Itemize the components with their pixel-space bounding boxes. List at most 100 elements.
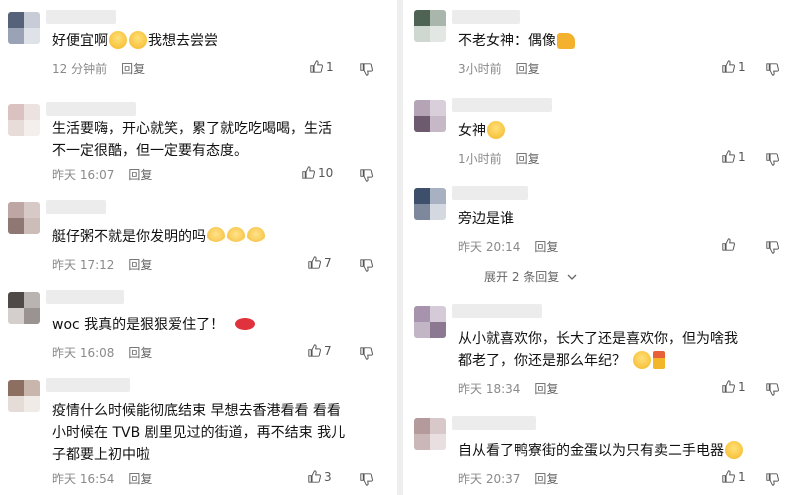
thumbs-down-icon [766,473,779,486]
like-button[interactable]: 3 [308,470,332,484]
avatar[interactable] [8,380,40,412]
like-button[interactable]: 1 [310,60,334,74]
comment-time: 昨天 16:54 [52,472,115,486]
reply-button[interactable]: 回复 [128,168,152,182]
comment-meta: 12 分钟前 回复 [52,60,145,77]
like-button[interactable]: 1 [722,470,746,484]
like-count: 3 [324,470,332,484]
comment-text: 女神 [458,120,506,142]
thumbs-up-emoji-icon [557,33,575,49]
dislike-button[interactable] [766,239,779,258]
avatar[interactable] [8,202,40,234]
username-blurred[interactable] [452,98,552,112]
username-blurred[interactable] [452,186,528,200]
reply-button[interactable]: 回复 [516,62,540,76]
dislike-button[interactable] [360,257,373,276]
avatar[interactable] [8,292,40,324]
username-blurred[interactable] [452,416,536,430]
thumbs-up-icon [302,166,315,179]
like-count: 1 [738,380,746,394]
avatar[interactable] [414,188,446,220]
like-button[interactable]: 1 [722,150,746,164]
comment-time: 昨天 18:34 [458,382,521,396]
laughing-emoji-icon [129,31,147,49]
thumbs-down-icon [766,383,779,396]
dislike-button[interactable] [360,61,373,80]
reply-button[interactable]: 回复 [516,152,540,166]
username-blurred[interactable] [46,378,130,392]
avatar[interactable] [414,418,446,450]
chevron-down-icon [567,274,577,280]
comment-item: 好便宜啊 我想去尝尝 12 分钟前 回复 1 [0,8,394,82]
comment-text: 自从看了鸭寮街的金蛋以为只有卖二手电器 [458,440,744,462]
comment-text: 从小就喜欢你，长大了还是喜欢你，但为啥我 都老了，你还是那么年纪？ [458,331,738,369]
reply-button[interactable]: 回复 [121,62,145,76]
comment-item: 不老女神：偶像 3小时前 回复 1 [406,8,800,80]
reply-button[interactable]: 回复 [128,258,152,272]
username-blurred[interactable] [46,290,124,304]
thumbs-up-icon [722,470,735,483]
avatar[interactable] [8,104,40,136]
comment-item: 从小就喜欢你，长大了还是喜欢你，但为啥我 都老了，你还是那么年纪？ 昨天 18:… [406,302,800,398]
reply-button[interactable]: 回复 [534,472,558,486]
tears-of-joy-emoji-icon [725,441,743,459]
like-button[interactable] [722,238,738,252]
like-button[interactable]: 1 [722,60,746,74]
thumbs-down-icon [766,241,779,254]
like-count: 7 [324,256,332,270]
comment-meta: 3小时前 回复 [458,60,540,77]
thumbs-up-icon [308,344,321,357]
expand-replies-link[interactable]: 展开 2 条回复 [484,268,577,285]
comment-text: 好便宜啊 我想去尝尝 [52,31,218,49]
like-count: 1 [738,470,746,484]
comment-time: 昨天 16:08 [52,346,115,360]
laughing-emoji-icon [109,31,127,49]
comment-text: 艇仔粥不就是你发明的吗 [52,226,266,248]
thumbs-up-icon [308,256,321,269]
username-blurred[interactable] [452,304,542,318]
reply-button[interactable]: 回复 [534,382,558,396]
username-blurred[interactable] [46,10,116,24]
dislike-button[interactable] [766,471,779,490]
thumbs-up-icon [308,470,321,483]
thumbs-up-icon [722,60,735,73]
dislike-button[interactable] [360,345,373,364]
comment-meta: 昨天 16:07 回复 [52,166,152,183]
dislike-button[interactable] [766,381,779,400]
reply-button[interactable]: 回复 [534,240,558,254]
thumbs-down-icon [766,153,779,166]
dislike-button[interactable] [360,471,373,490]
like-count: 7 [324,344,332,358]
dislike-button[interactable] [766,61,779,80]
reply-button[interactable]: 回复 [128,472,152,486]
like-count: 10 [318,166,334,180]
smiling-emoji-icon [487,121,505,139]
comment-text: 疫情什么时候能彻底结束 早想去香港看看 看看 小时候在 TVB 剧里见过的街道，… [52,403,346,463]
comment-item: 旁边是谁 昨天 20:14 回复 [406,184,800,260]
reply-button[interactable]: 回复 [128,346,152,360]
like-button[interactable]: 10 [302,166,333,180]
comment-time: 昨天 16:07 [52,168,115,182]
dislike-button[interactable] [360,167,373,186]
thumbs-down-icon [360,259,373,272]
username-blurred[interactable] [46,102,136,116]
like-button[interactable]: 7 [308,256,332,270]
avatar[interactable] [414,100,446,132]
dislike-button[interactable] [766,151,779,170]
avatar[interactable] [414,306,446,338]
like-count: 1 [738,150,746,164]
comment-meta: 昨天 17:12 回复 [52,256,152,273]
comment-time: 12 分钟前 [52,62,108,76]
thumbs-down-icon [360,63,373,76]
like-button[interactable]: 7 [308,344,332,358]
expand-replies-label: 展开 2 条回复 [484,270,560,284]
username-blurred[interactable] [46,200,106,214]
avatar[interactable] [414,10,446,42]
medal-emoji-icon [653,351,665,369]
comment-text: woc 我真的是狠狠爱住了！ [52,314,256,336]
like-button[interactable]: 1 [722,380,746,394]
username-blurred[interactable] [452,10,520,24]
thumbs-down-icon [766,63,779,76]
avatar[interactable] [8,12,40,44]
like-count: 1 [738,60,746,74]
